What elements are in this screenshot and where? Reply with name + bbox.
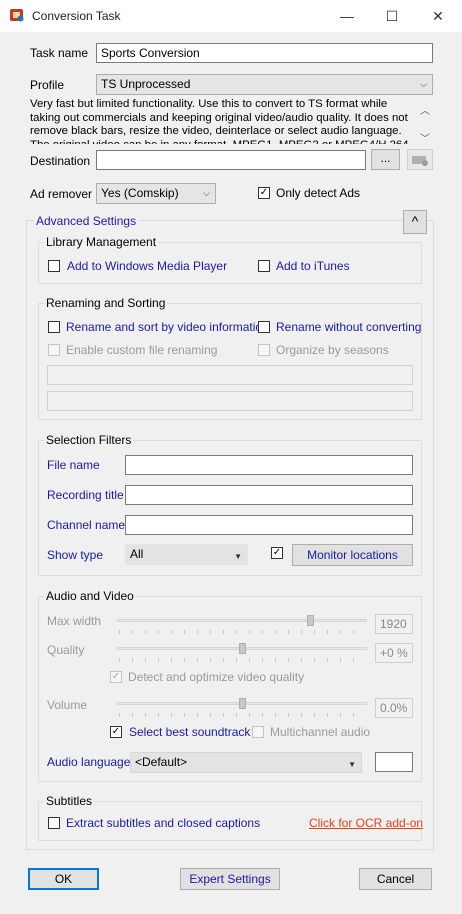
close-button[interactable]: ✕ — [415, 0, 461, 32]
add-to-wmp-checkbox[interactable] — [48, 260, 60, 272]
subtitles-title: Subtitles — [44, 794, 95, 808]
max-width-value[interactable]: 1920 — [375, 614, 413, 634]
multichannel-audio-label: Multichannel audio — [270, 725, 371, 739]
collapse-advanced-button[interactable]: ^ — [403, 210, 427, 234]
organize-seasons-label: Organize by seasons — [276, 343, 389, 357]
rename-without-converting-checkbox[interactable] — [258, 321, 270, 333]
profile-label: Profile — [30, 78, 65, 92]
profile-description: Very fast but limited functionality. Use… — [30, 98, 412, 144]
rename-without-converting-label[interactable]: Rename without converting — [276, 320, 421, 334]
monitor-locations-button[interactable]: Monitor locations — [292, 544, 413, 566]
max-width-ticks — [119, 630, 366, 634]
volume-ticks — [119, 713, 366, 717]
add-to-wmp-label[interactable]: Add to Windows Media Player — [67, 259, 227, 273]
audio-video-title: Audio and Video — [44, 589, 136, 603]
cancel-button[interactable]: Cancel — [359, 868, 432, 890]
selection-filters-title: Selection Filters — [44, 433, 134, 447]
audio-language-label: Audio language — [47, 755, 131, 769]
custom-rename-folder-input[interactable] — [47, 391, 413, 411]
rename-sort-label[interactable]: Rename and sort by video information — [66, 320, 269, 334]
multichannel-audio-checkbox[interactable] — [252, 726, 264, 738]
channel-name-input[interactable] — [125, 515, 413, 535]
renaming-sorting-title: Renaming and Sorting — [44, 296, 168, 310]
browse-button[interactable]: ... — [371, 149, 400, 170]
ad-remover-value: Yes (Comskip) — [101, 186, 179, 200]
chevron-up-icon: ^ — [411, 213, 419, 229]
organize-seasons-checkbox[interactable] — [258, 344, 270, 356]
add-to-itunes-checkbox[interactable] — [258, 260, 270, 272]
extract-subtitles-label[interactable]: Extract subtitles and closed captions — [66, 816, 260, 830]
task-name-label: Task name — [30, 46, 89, 60]
file-name-input[interactable] — [125, 455, 413, 475]
dropdown-arrow-icon: ▼ — [348, 760, 356, 769]
channel-name-label: Channel name — [47, 518, 126, 532]
scroll-down-icon[interactable]: ﹀ — [420, 130, 430, 145]
best-soundtrack-label[interactable]: Select best soundtrack — [129, 725, 250, 739]
expert-settings-button[interactable]: Expert Settings — [180, 868, 280, 890]
task-name-input[interactable]: Sports Conversion — [96, 43, 433, 63]
custom-rename-pattern-input[interactable] — [47, 365, 413, 385]
library-management-title: Library Management — [44, 235, 159, 249]
ok-button[interactable]: OK — [28, 868, 99, 890]
custom-renaming-checkbox[interactable] — [48, 344, 60, 356]
network-folder-button[interactable] — [407, 149, 433, 170]
scroll-up-icon[interactable]: ︿ — [420, 102, 430, 117]
max-width-label: Max width — [47, 614, 102, 628]
detect-quality-checkbox[interactable]: ✓ — [110, 671, 122, 683]
monitor-locations-checkbox[interactable]: ✓ — [271, 547, 283, 559]
volume-slider-thumb[interactable] — [238, 698, 246, 709]
destination-input[interactable] — [96, 150, 366, 170]
show-type-value: All — [130, 547, 144, 561]
ad-remover-label: Ad remover — [30, 187, 93, 201]
window-title: Conversion Task — [32, 9, 121, 23]
add-to-itunes-label[interactable]: Add to iTunes — [276, 259, 350, 273]
max-width-slider[interactable] — [117, 619, 367, 622]
recording-title-label: Recording title — [47, 488, 124, 502]
quality-value[interactable]: +0 % — [375, 643, 413, 663]
chevron-down-icon: ⌵ — [420, 79, 427, 89]
app-icon — [10, 9, 24, 22]
only-detect-ads-label: Only detect Ads — [276, 186, 361, 200]
show-type-select[interactable]: All ▼ — [125, 544, 248, 565]
volume-label: Volume — [47, 698, 88, 712]
only-detect-ads-checkbox[interactable]: ✓ — [258, 187, 270, 199]
recording-title-input[interactable] — [125, 485, 413, 505]
chevron-down-icon: ⌵ — [203, 188, 210, 198]
volume-value[interactable]: 0.0% — [375, 698, 413, 718]
file-name-label: File name — [47, 458, 100, 472]
audio-language-value: <Default> — [135, 755, 188, 769]
custom-renaming-label: Enable custom file renaming — [66, 343, 218, 357]
max-width-slider-thumb[interactable] — [306, 615, 314, 626]
ad-remover-select[interactable]: Yes (Comskip) ⌵ — [96, 183, 216, 204]
destination-label: Destination — [30, 154, 91, 168]
maximize-button[interactable]: ☐ — [369, 0, 415, 32]
network-folder-icon — [412, 156, 428, 166]
quality-label: Quality — [47, 643, 85, 657]
best-soundtrack-checkbox[interactable]: ✓ — [110, 726, 122, 738]
quality-slider-thumb[interactable] — [238, 643, 246, 654]
ocr-addon-link[interactable]: Click for OCR add-on — [309, 816, 423, 830]
extract-subtitles-checkbox[interactable] — [48, 817, 60, 829]
dropdown-arrow-icon: ▼ — [234, 552, 242, 561]
profile-value: TS Unprocessed — [101, 77, 191, 91]
advanced-settings-label[interactable]: Advanced Settings — [34, 214, 139, 228]
minimize-button[interactable]: — — [324, 0, 370, 32]
profile-select[interactable]: TS Unprocessed ⌵ — [96, 74, 433, 95]
audio-language-code-input[interactable] — [375, 752, 413, 772]
audio-language-select[interactable]: <Default> ▼ — [130, 752, 362, 773]
quality-ticks — [119, 658, 366, 662]
detect-quality-label: Detect and optimize video quality — [128, 670, 305, 684]
show-type-label: Show type — [47, 548, 104, 562]
rename-sort-checkbox[interactable] — [48, 321, 60, 333]
